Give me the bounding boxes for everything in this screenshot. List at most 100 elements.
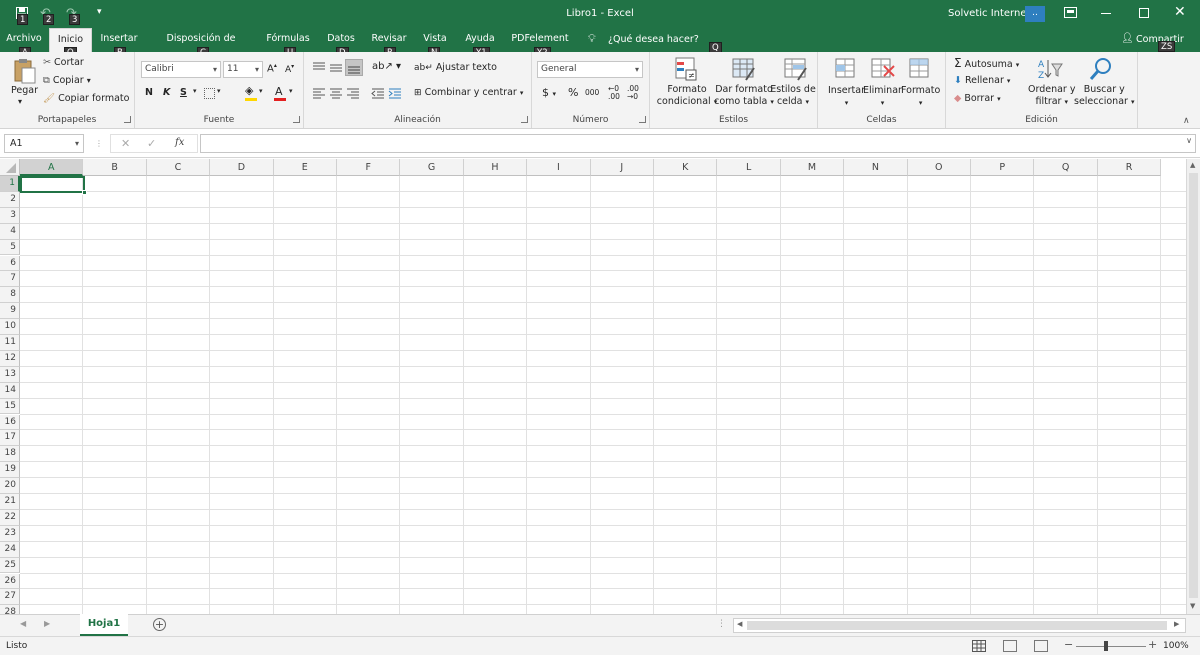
currency-button[interactable]: $ ▾ — [542, 86, 556, 99]
account-avatar[interactable]: .. — [1025, 6, 1045, 22]
chevron-down-icon[interactable]: ▾ — [259, 87, 263, 95]
chevron-down-icon[interactable]: ▾ — [193, 87, 197, 95]
page-layout-view-icon[interactable] — [1003, 640, 1017, 652]
row-header-20[interactable]: 20 — [0, 478, 20, 494]
column-header-a[interactable]: A — [20, 159, 84, 176]
align-bottom-icon[interactable] — [345, 59, 363, 76]
row-header-6[interactable]: 6 — [0, 255, 20, 272]
enter-icon[interactable]: ✓ — [147, 137, 156, 150]
align-left-icon[interactable] — [312, 88, 326, 102]
row-header-17[interactable]: 17 — [0, 430, 20, 447]
fill-handle[interactable] — [82, 190, 87, 195]
borders-icon[interactable] — [204, 88, 215, 99]
column-header-l[interactable]: L — [717, 159, 781, 176]
underline-button[interactable]: S — [180, 87, 187, 98]
scroll-thumb[interactable] — [1189, 173, 1198, 598]
dialog-launcher-icon[interactable] — [521, 116, 528, 123]
fill-color-icon[interactable]: ◈ — [245, 84, 253, 97]
font-name-select[interactable]: Calibri ▾ — [141, 61, 221, 78]
normal-view-icon[interactable] — [972, 640, 986, 652]
column-header-e[interactable]: E — [273, 159, 337, 176]
prev-sheet-icon[interactable]: ◀ — [20, 619, 26, 628]
row-header-25[interactable]: 25 — [0, 557, 20, 574]
page-break-view-icon[interactable] — [1034, 640, 1048, 652]
column-header-m[interactable]: M — [780, 159, 845, 176]
row-header-27[interactable]: 27 — [0, 589, 20, 606]
align-top-icon[interactable] — [312, 62, 326, 76]
chevron-down-icon[interactable]: ▾ — [217, 87, 221, 95]
minimize-icon[interactable] — [1101, 13, 1111, 14]
row-header-18[interactable]: 18 — [0, 446, 20, 463]
row-header-13[interactable]: 13 — [0, 366, 20, 383]
vertical-scrollbar[interactable]: ▲ ▼ — [1186, 159, 1200, 614]
autosum-button[interactable]: Σ Autosuma ▾ — [954, 56, 1019, 70]
zoom-level[interactable]: 100% — [1163, 641, 1189, 651]
active-cell[interactable] — [20, 176, 85, 193]
wrap-text-button[interactable]: ab↵ Ajustar texto — [414, 62, 497, 73]
scroll-up-icon[interactable]: ▲ — [1190, 161, 1195, 169]
column-header-j[interactable]: J — [590, 159, 654, 176]
column-header-k[interactable]: K — [654, 159, 718, 176]
next-sheet-icon[interactable]: ▶ — [44, 619, 50, 628]
split-handle-icon[interactable]: ⋮ — [717, 619, 726, 629]
column-header-r[interactable]: R — [1097, 159, 1162, 176]
dialog-launcher-icon[interactable] — [124, 116, 131, 123]
ribbon-display-options-icon[interactable] — [1064, 7, 1077, 18]
scroll-down-icon[interactable]: ▼ — [1190, 602, 1195, 610]
row-header-21[interactable]: 21 — [0, 494, 20, 510]
orientation-icon[interactable]: ab↗ ▾ — [372, 61, 401, 72]
horizontal-scrollbar[interactable]: ◀ ▶ — [733, 618, 1186, 633]
percent-button[interactable]: % — [568, 86, 578, 99]
decrease-decimal-icon[interactable]: .00 →0 — [627, 85, 639, 101]
format-cells-button[interactable]: Formato ▾ — [901, 85, 940, 109]
row-header-23[interactable]: 23 — [0, 525, 20, 542]
cut-button[interactable]: ✂ Cortar — [43, 57, 84, 68]
row-header-5[interactable]: 5 — [0, 239, 20, 256]
row-header-14[interactable]: 14 — [0, 382, 20, 399]
row-header-24[interactable]: 24 — [0, 541, 20, 558]
maximize-icon[interactable] — [1139, 8, 1149, 18]
column-header-i[interactable]: I — [527, 159, 591, 176]
select-all-button[interactable] — [0, 159, 20, 176]
column-header-q[interactable]: Q — [1034, 159, 1098, 176]
increase-decimal-icon[interactable]: ←0.00 — [608, 85, 620, 101]
paste-button[interactable]: Pegar — [11, 85, 38, 96]
sort-filter-button[interactable]: Ordenar y filtrar ▾ — [1028, 84, 1075, 108]
row-header-2[interactable]: 2 — [0, 191, 20, 208]
scroll-left-icon[interactable]: ◀ — [737, 620, 742, 628]
row-header-28[interactable]: 28 — [0, 605, 20, 614]
zoom-in-icon[interactable]: + — [1148, 638, 1157, 651]
column-header-g[interactable]: G — [400, 159, 464, 176]
close-icon[interactable]: ✕ — [1174, 4, 1186, 20]
thousands-button[interactable]: 000 — [585, 88, 599, 97]
find-select-button[interactable]: Buscar y seleccionar ▾ — [1074, 84, 1134, 108]
add-sheet-icon[interactable]: + — [153, 618, 166, 631]
clear-button[interactable]: ◆ Borrar ▾ — [954, 93, 1001, 104]
column-header-b[interactable]: B — [83, 159, 147, 176]
worksheet-grid[interactable]: ABCDEFGHIJKLMNOPQR 1 2 3 4 5 6 7 8 9 10 11 12 13 14 15… — [0, 159, 1186, 614]
account-name[interactable]: Solvetic Internet — [948, 8, 1030, 19]
dialog-launcher-icon[interactable] — [293, 116, 300, 123]
column-header-o[interactable]: O — [907, 159, 971, 176]
insert-cells-button[interactable]: Insertar ▾ — [828, 85, 865, 109]
bold-button[interactable]: N — [145, 87, 153, 98]
italic-button[interactable]: K — [163, 87, 170, 98]
row-header-8[interactable]: 8 — [0, 287, 20, 304]
row-header-26[interactable]: 26 — [0, 573, 20, 590]
number-format-select[interactable]: General ▾ — [537, 61, 643, 78]
align-center-icon[interactable] — [329, 88, 343, 102]
cancel-icon[interactable]: ✕ — [121, 137, 130, 150]
copy-button[interactable]: ⧉ Copiar ▾ — [43, 75, 91, 86]
row-header-19[interactable]: 19 — [0, 462, 20, 479]
align-right-icon[interactable] — [346, 88, 360, 102]
insert-function-button[interactable]: fx — [175, 137, 184, 148]
row-header-10[interactable]: 10 — [0, 319, 20, 335]
row-header-22[interactable]: 22 — [0, 509, 20, 526]
zoom-slider-thumb[interactable] — [1104, 641, 1108, 651]
paste-dropdown-icon[interactable]: ▾ — [18, 97, 22, 106]
format-painter-button[interactable]: 🖌︎ Copiar formato — [43, 93, 129, 104]
fill-button[interactable]: ⬇ Rellenar ▾ — [954, 75, 1010, 86]
font-color-icon[interactable]: A — [275, 85, 283, 98]
row-header-9[interactable]: 9 — [0, 303, 20, 320]
h-scroll-thumb[interactable] — [747, 621, 1167, 630]
